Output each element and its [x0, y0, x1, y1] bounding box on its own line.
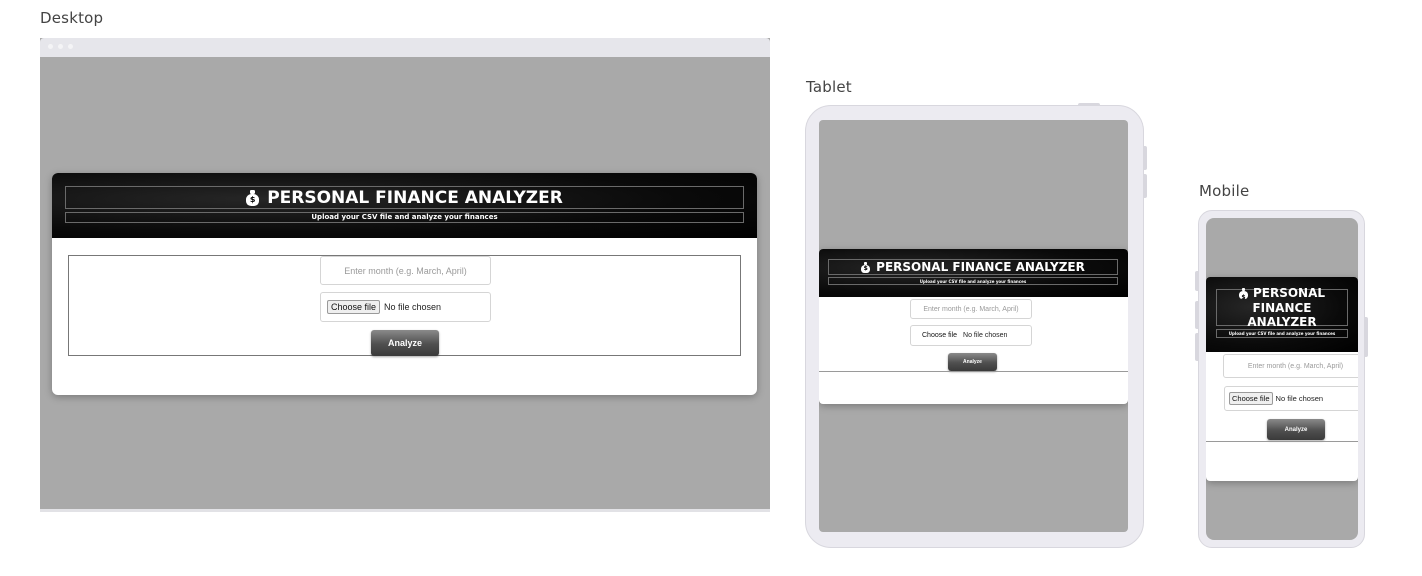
file-status: No file chosen [384, 302, 442, 312]
analyze-button[interactable]: Analyze [371, 330, 439, 356]
choose-file-button[interactable]: Choose file [1229, 392, 1273, 405]
app-header: $ PERSONAL FINANCE ANALYZER Upload your … [1206, 277, 1358, 352]
app-card: $ PERSONAL FINANCE ANALYZER Upload your … [52, 173, 757, 395]
app-card: $ PERSONAL FINANCE ANALYZER Upload your … [1206, 277, 1358, 481]
app-title-text: PERSONAL FINANCE ANALYZER [876, 260, 1085, 274]
app-title: $ PERSONAL FINANCE ANALYZER [828, 259, 1118, 275]
month-input[interactable]: Enter month (e.g. March, April) [1223, 354, 1358, 378]
choose-file-button[interactable]: Choose file [327, 300, 381, 314]
app-subtitle: Upload your CSV file and analyze your fi… [65, 212, 744, 223]
window-maximize-dot[interactable] [68, 44, 73, 49]
file-input[interactable]: Choose file No file chosen [1224, 386, 1358, 411]
app-title: $ PERSONAL FINANCE ANALYZER [65, 186, 744, 209]
file-input[interactable]: Choose file No file chosen [320, 292, 491, 322]
upload-form: Enter month (e.g. March, April) Choose f… [68, 255, 741, 356]
app-title-line-2: FINANCE ANALYZER [1247, 301, 1317, 329]
app-title-line-1: PERSONAL [1252, 286, 1326, 300]
month-input[interactable]: Enter month (e.g. March, April) [910, 299, 1032, 319]
window-close-dot[interactable] [48, 44, 53, 49]
file-input[interactable]: Choose file No file chosen [910, 325, 1032, 346]
analyze-button[interactable]: Analyze [1267, 419, 1325, 440]
tablet-screen: $ PERSONAL FINANCE ANALYZER Upload your … [819, 120, 1128, 532]
app-title-text: PERSONAL FINANCE ANALYZER [267, 187, 563, 208]
money-bag-icon: $ [1238, 287, 1248, 301]
desktop-preview: $ PERSONAL FINANCE ANALYZER Upload your … [40, 38, 770, 512]
form-divider [819, 371, 1128, 372]
mobile-label: Mobile [1199, 182, 1250, 200]
choose-file-button[interactable]: Choose file [919, 331, 961, 340]
app-card: $ PERSONAL FINANCE ANALYZER Upload your … [819, 249, 1128, 404]
app-header: $ PERSONAL FINANCE ANALYZER Upload your … [52, 173, 757, 238]
mobile-preview: $ PERSONAL FINANCE ANALYZER Upload your … [1195, 210, 1368, 548]
browser-chrome [40, 38, 770, 57]
desktop-label: Desktop [40, 9, 104, 27]
window-minimize-dot[interactable] [58, 44, 63, 49]
tablet-label: Tablet [806, 78, 852, 96]
form-divider [1206, 441, 1358, 442]
app-subtitle: Upload your CSV file and analyze your fi… [828, 277, 1118, 285]
money-bag-icon: $ [246, 189, 260, 206]
mobile-screen: $ PERSONAL FINANCE ANALYZER Upload your … [1206, 218, 1358, 540]
file-status: No file chosen [963, 332, 1008, 339]
app-title: $ PERSONAL FINANCE ANALYZER [1216, 286, 1348, 329]
app-header: $ PERSONAL FINANCE ANALYZER Upload your … [819, 249, 1128, 297]
month-input[interactable]: Enter month (e.g. March, April) [320, 256, 491, 285]
tablet-preview: $ PERSONAL FINANCE ANALYZER Upload your … [805, 103, 1147, 548]
money-bag-icon: $ [861, 261, 871, 273]
file-status: No file chosen [1275, 394, 1324, 403]
analyze-button[interactable]: Analyze [948, 353, 997, 371]
app-subtitle: Upload your CSV file and analyze your fi… [1216, 329, 1348, 338]
